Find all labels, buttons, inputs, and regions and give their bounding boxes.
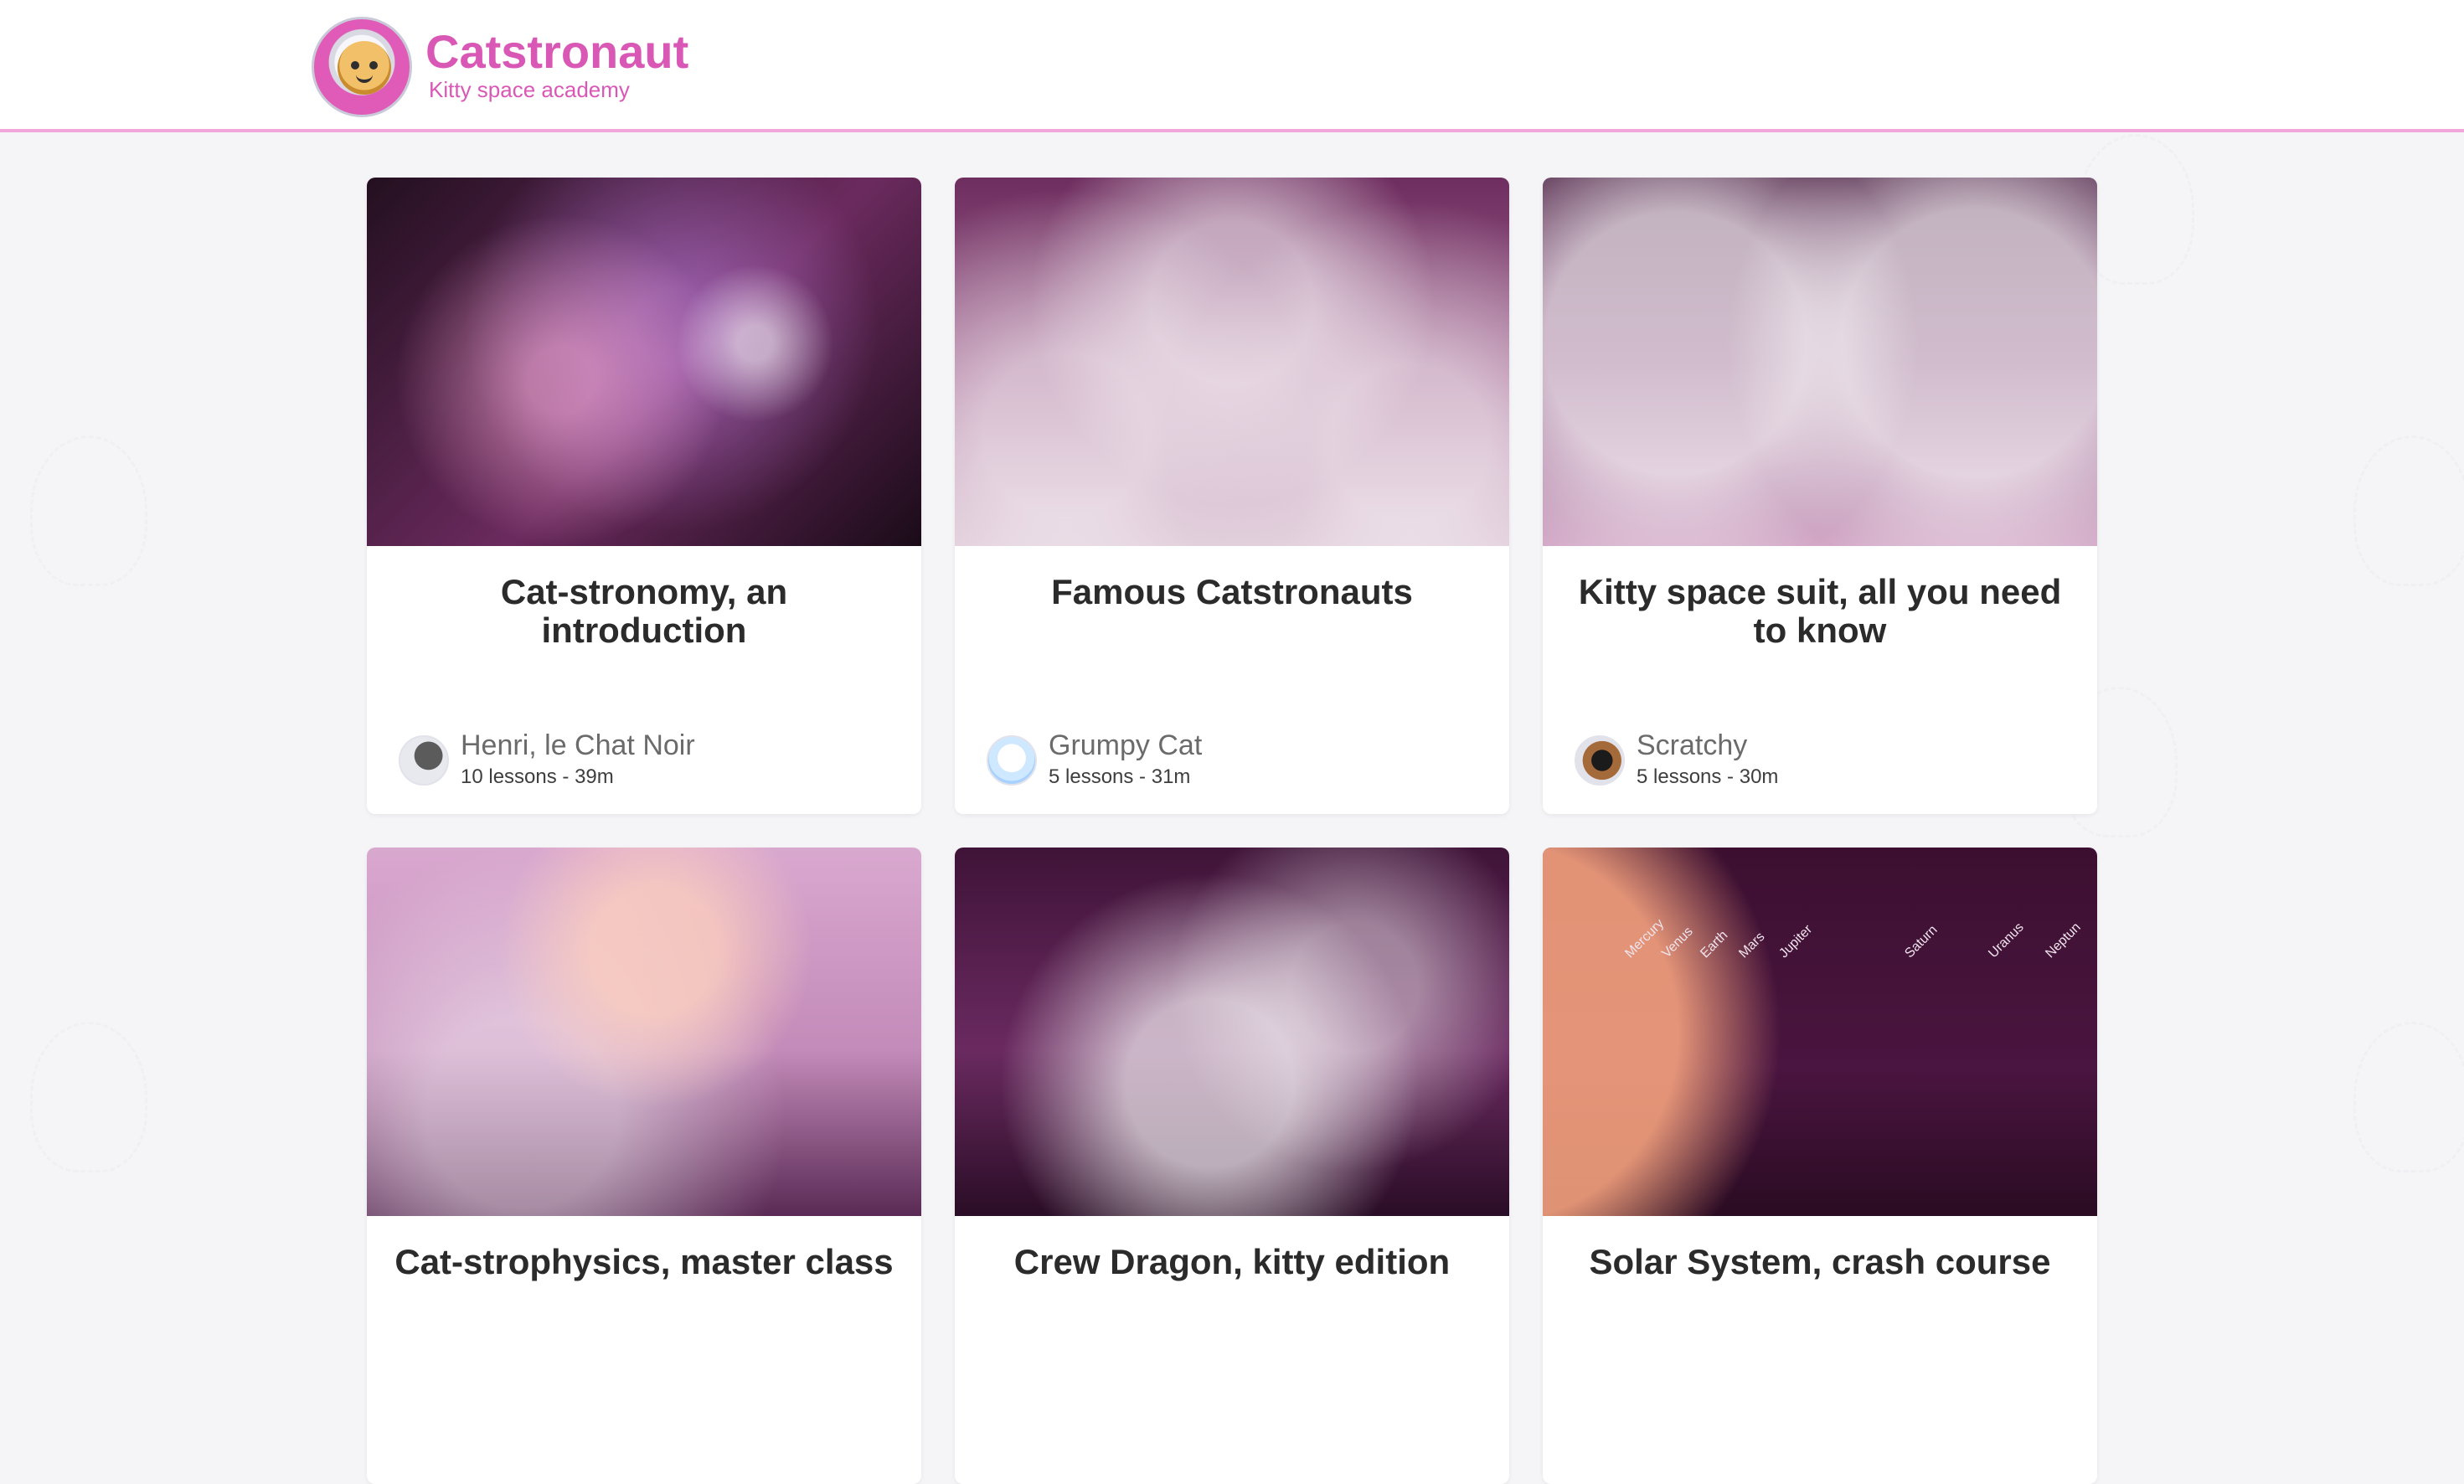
course-card[interactable]: Cat-stronomy, an introduction Henri, le … <box>367 178 921 814</box>
course-meta: 5 lessons - 31m <box>1049 765 1191 788</box>
course-title: Cat-strophysics, master class <box>394 1242 894 1281</box>
planet-label: Jupiter <box>1776 922 1816 961</box>
cat-face-icon <box>338 41 391 95</box>
background-decoration <box>30 1022 147 1172</box>
course-thumbnail: Mercury Venus Earth Mars Jupiter Saturn … <box>1543 848 2097 1216</box>
eye-icon <box>369 61 378 70</box>
course-card[interactable]: Crew Dragon, kitty edition <box>955 848 1509 1484</box>
planet-label: Uranus <box>1986 920 2027 961</box>
background-decoration <box>2353 1022 2464 1172</box>
eye-icon <box>351 61 359 70</box>
planet-label: Venus <box>1659 924 1696 961</box>
course-author: Henri, le Chat Noir 10 lessons - 39m <box>399 729 893 789</box>
author-avatar <box>987 735 1037 786</box>
planet-label: Mars <box>1736 930 1768 961</box>
course-thumbnail <box>955 178 1509 546</box>
top-header: Catstronaut Kitty space academy <box>0 0 2464 132</box>
author-avatar <box>1575 735 1625 786</box>
author-name: Grumpy Cat <box>1049 729 1203 761</box>
course-title: Kitty space suit, all you need to know <box>1578 572 2062 650</box>
brand-title[interactable]: Catstronaut <box>425 28 688 75</box>
course-author: Scratchy 5 lessons - 30m <box>1575 729 2069 789</box>
background-decoration <box>2353 435 2464 586</box>
course-meta: 5 lessons - 30m <box>1637 765 1779 788</box>
course-card[interactable]: Famous Catstronauts Grumpy Cat 5 lessons… <box>955 178 1509 814</box>
course-title: Cat-stronomy, an introduction <box>500 572 788 650</box>
course-meta: 10 lessons - 39m <box>461 765 614 788</box>
smile-icon <box>356 73 373 83</box>
course-thumbnail <box>955 848 1509 1216</box>
course-grid: Cat-stronomy, an introduction Henri, le … <box>367 178 2097 1484</box>
planet-label: Neptun <box>2043 920 2084 961</box>
course-title: Famous Catstronauts <box>1051 572 1413 611</box>
course-card[interactable]: Mercury Venus Earth Mars Jupiter Saturn … <box>1543 848 2097 1484</box>
author-name: Henri, le Chat Noir <box>461 729 695 761</box>
brand-subtitle: Kitty space academy <box>429 77 630 102</box>
course-card[interactable]: Cat-strophysics, master class <box>367 848 921 1484</box>
course-author: Grumpy Cat 5 lessons - 31m <box>987 729 1481 789</box>
planet-label: Earth <box>1698 928 1731 961</box>
course-title: Crew Dragon, kitty edition <box>1013 1242 1451 1281</box>
course-card[interactable]: Kitty space suit, all you need to know S… <box>1543 178 2097 814</box>
planet-label: Saturn <box>1902 922 1941 961</box>
catstronaut-logo[interactable] <box>312 17 412 117</box>
course-title: Solar System, crash course <box>1589 1242 2051 1281</box>
author-name: Scratchy <box>1637 729 1748 761</box>
course-thumbnail <box>367 178 921 546</box>
planet-label: Mercury <box>1622 916 1668 961</box>
background-decoration <box>30 435 147 586</box>
course-thumbnail <box>1543 178 2097 546</box>
author-avatar <box>399 735 449 786</box>
course-thumbnail <box>367 848 921 1216</box>
